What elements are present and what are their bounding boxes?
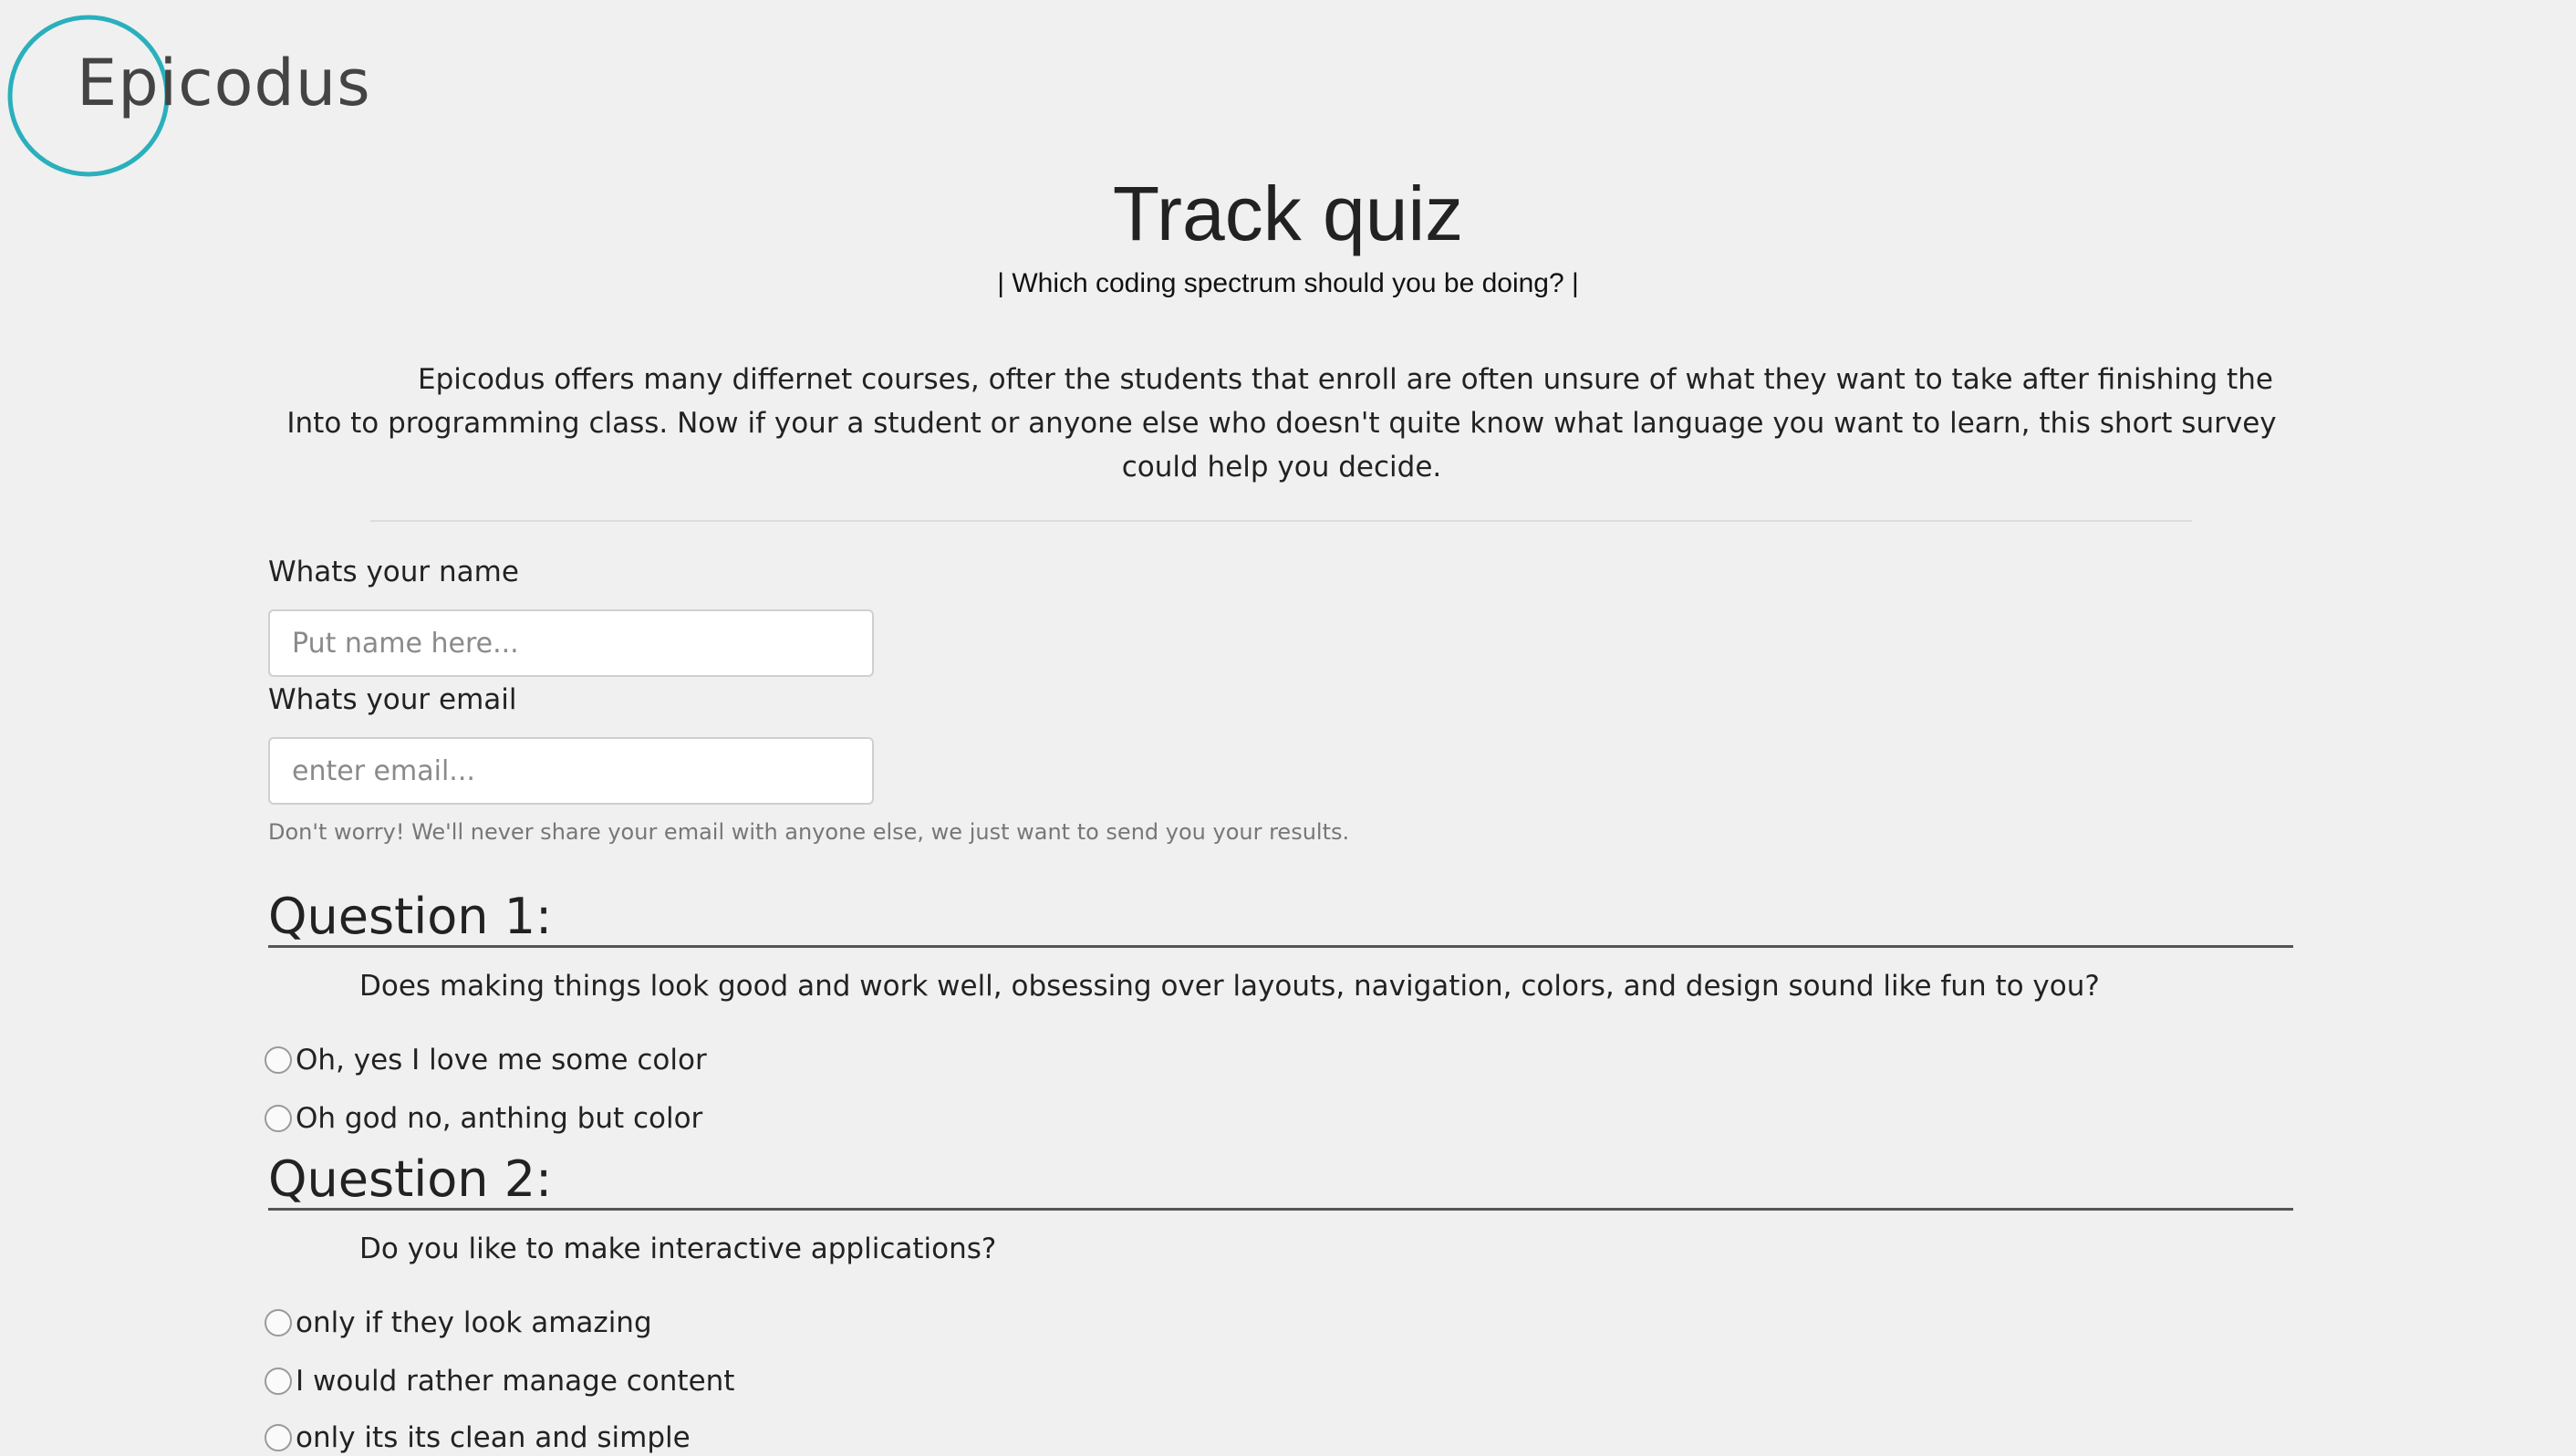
radio-button[interactable] (265, 1105, 292, 1132)
email-label: Whats your email (268, 683, 517, 716)
name-input[interactable] (268, 609, 874, 677)
radio-button[interactable] (265, 1368, 292, 1395)
question-2-option-2[interactable]: I would rather manage content (265, 1363, 734, 1399)
question-1-text: Does making things look good and work we… (359, 970, 2100, 1003)
page-title: Track quiz (1112, 171, 1464, 256)
email-input[interactable] (268, 737, 874, 805)
name-label: Whats your name (268, 556, 519, 588)
intro-divider (370, 520, 2192, 522)
intro-paragraph: Epicodus offers many differnet courses, … (274, 358, 2290, 489)
option-label: only its its clean and simple (296, 1420, 691, 1454)
email-help-text: Don't worry! We'll never share your emai… (268, 819, 1350, 845)
question-1-heading: Question 1: (268, 892, 2293, 948)
radio-button[interactable] (265, 1046, 292, 1074)
radio-button[interactable] (265, 1424, 292, 1451)
question-1-option-1[interactable]: Oh, yes I love me some color (265, 1042, 707, 1078)
question-1-option-2[interactable]: Oh god no, anthing but color (265, 1100, 702, 1137)
question-2-heading: Question 2: (268, 1155, 2293, 1211)
option-label: Oh, yes I love me some color (296, 1043, 707, 1076)
option-label: Oh god no, anthing but color (296, 1101, 703, 1135)
intro-text: Epicodus offers many differnet courses, … (286, 363, 2277, 484)
page-subtitle: | Which coding spectrum should you be do… (997, 268, 1579, 298)
option-label: only if they look amazing (296, 1305, 652, 1339)
radio-button[interactable] (265, 1309, 292, 1336)
option-label: I would rather manage content (296, 1364, 735, 1398)
question-2-option-3[interactable]: only its its clean and simple (265, 1420, 691, 1456)
question-2-option-1[interactable]: only if they look amazing (265, 1305, 652, 1341)
question-2-text: Do you like to make interactive applicat… (359, 1232, 997, 1265)
logo-text: Epicodus (77, 46, 371, 120)
